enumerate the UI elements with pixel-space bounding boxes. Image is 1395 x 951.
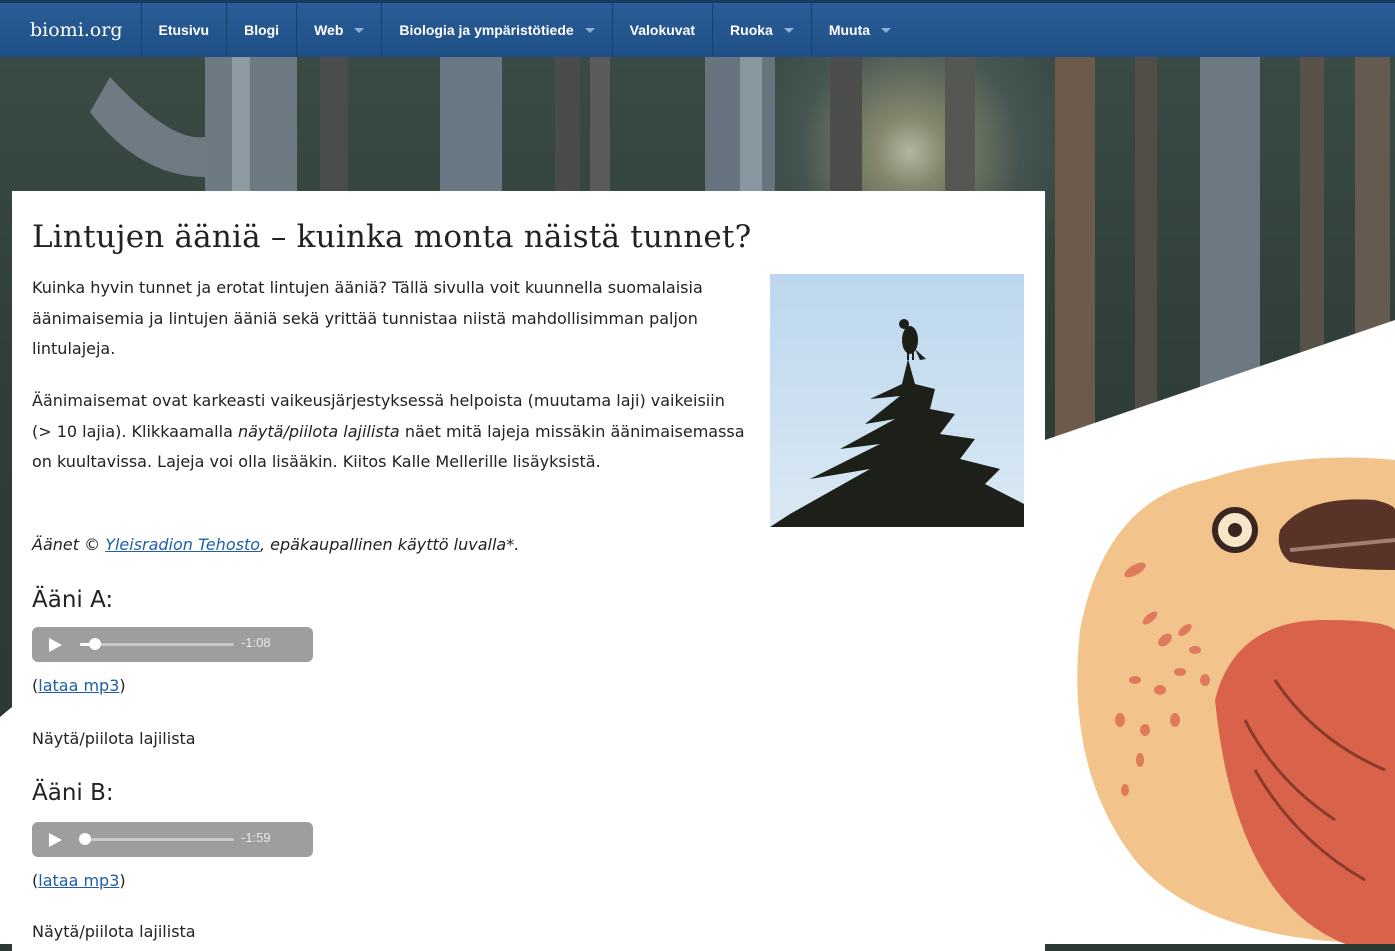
nav-etusivu[interactable]: Etusivu: [142, 3, 228, 57]
nav-label: Muuta: [828, 22, 871, 38]
nav-label: Ruoka: [730, 22, 773, 38]
seek-thumb[interactable]: [89, 638, 102, 650]
top-navbar: biomi.org Etusivu Blogi Web Biologia ja …: [0, 0, 1395, 57]
credit-paragraph: Äänet © Yleisradion Tehosto, epäkaupalli…: [32, 530, 747, 561]
instructions-emphasis: näytä/piilota lajilista: [237, 421, 400, 441]
chevron-down-icon: [354, 27, 365, 33]
nav-muuta[interactable]: Muuta: [812, 3, 908, 57]
play-icon[interactable]: [49, 638, 62, 652]
page-title: Lintujen ääniä – kuinka monta näistä tun…: [32, 219, 752, 255]
paren-close: ): [119, 676, 126, 695]
bird-on-spruce-photo: [770, 274, 1024, 527]
credit-text-end: , epäkaupallinen käyttö luvalla*.: [260, 535, 520, 554]
nav-label: Web: [314, 22, 344, 38]
nav-label: Biologia ja ympäristötiede: [399, 22, 574, 38]
toggle-species-list-a[interactable]: Näytä/piilota lajilista: [32, 729, 196, 748]
credit-text: Äänet ©: [32, 535, 106, 554]
nav-valokuvat[interactable]: Valokuvat: [613, 3, 714, 57]
nav-label: Blogi: [244, 22, 280, 38]
sound-a-title: Ääni A:: [32, 587, 114, 613]
nav-label: Valokuvat: [629, 22, 696, 38]
chevron-down-icon: [881, 27, 892, 33]
chevron-down-icon: [783, 27, 794, 33]
site-brand-link[interactable]: biomi.org: [0, 3, 142, 57]
sound-b-title: Ääni B:: [32, 780, 114, 806]
download-line-b: (lataa mp3): [32, 871, 126, 890]
nav-biologia[interactable]: Biologia ja ympäristötiede: [382, 3, 613, 57]
seek-bar[interactable]: [80, 838, 234, 841]
time-remaining: -1:59: [241, 830, 271, 845]
download-mp3-a-link[interactable]: lataa mp3: [38, 676, 119, 695]
download-mp3-b-link[interactable]: lataa mp3: [38, 871, 119, 890]
nav-ruoka[interactable]: Ruoka: [713, 3, 812, 57]
audio-player-b: -1:59: [32, 822, 313, 857]
content-card: Lintujen ääniä – kuinka monta näistä tun…: [12, 191, 1045, 951]
paren-close: ): [119, 871, 126, 890]
audio-player-a: -1:08: [32, 627, 313, 662]
seek-thumb[interactable]: [78, 833, 91, 845]
nav-web[interactable]: Web: [297, 3, 383, 57]
download-line-a: (lataa mp3): [32, 676, 126, 695]
play-icon[interactable]: [49, 833, 62, 847]
chevron-down-icon: [584, 27, 595, 33]
time-remaining: -1:08: [241, 635, 271, 650]
seek-bar[interactable]: [80, 643, 234, 646]
bird-illustration: [1077, 457, 1395, 944]
nav-label: Etusivu: [158, 22, 210, 38]
intro-paragraph: Kuinka hyvin tunnet ja erotat lintujen ä…: [32, 278, 703, 358]
nav-blogi[interactable]: Blogi: [227, 3, 298, 57]
yle-tehosto-link[interactable]: Yleisradion Tehosto: [105, 535, 260, 554]
toggle-species-list-b[interactable]: Näytä/piilota lajilista: [32, 922, 196, 941]
instructions-paragraph: Äänimaisemat ovat karkeasti vaikeusjärje…: [32, 386, 747, 478]
